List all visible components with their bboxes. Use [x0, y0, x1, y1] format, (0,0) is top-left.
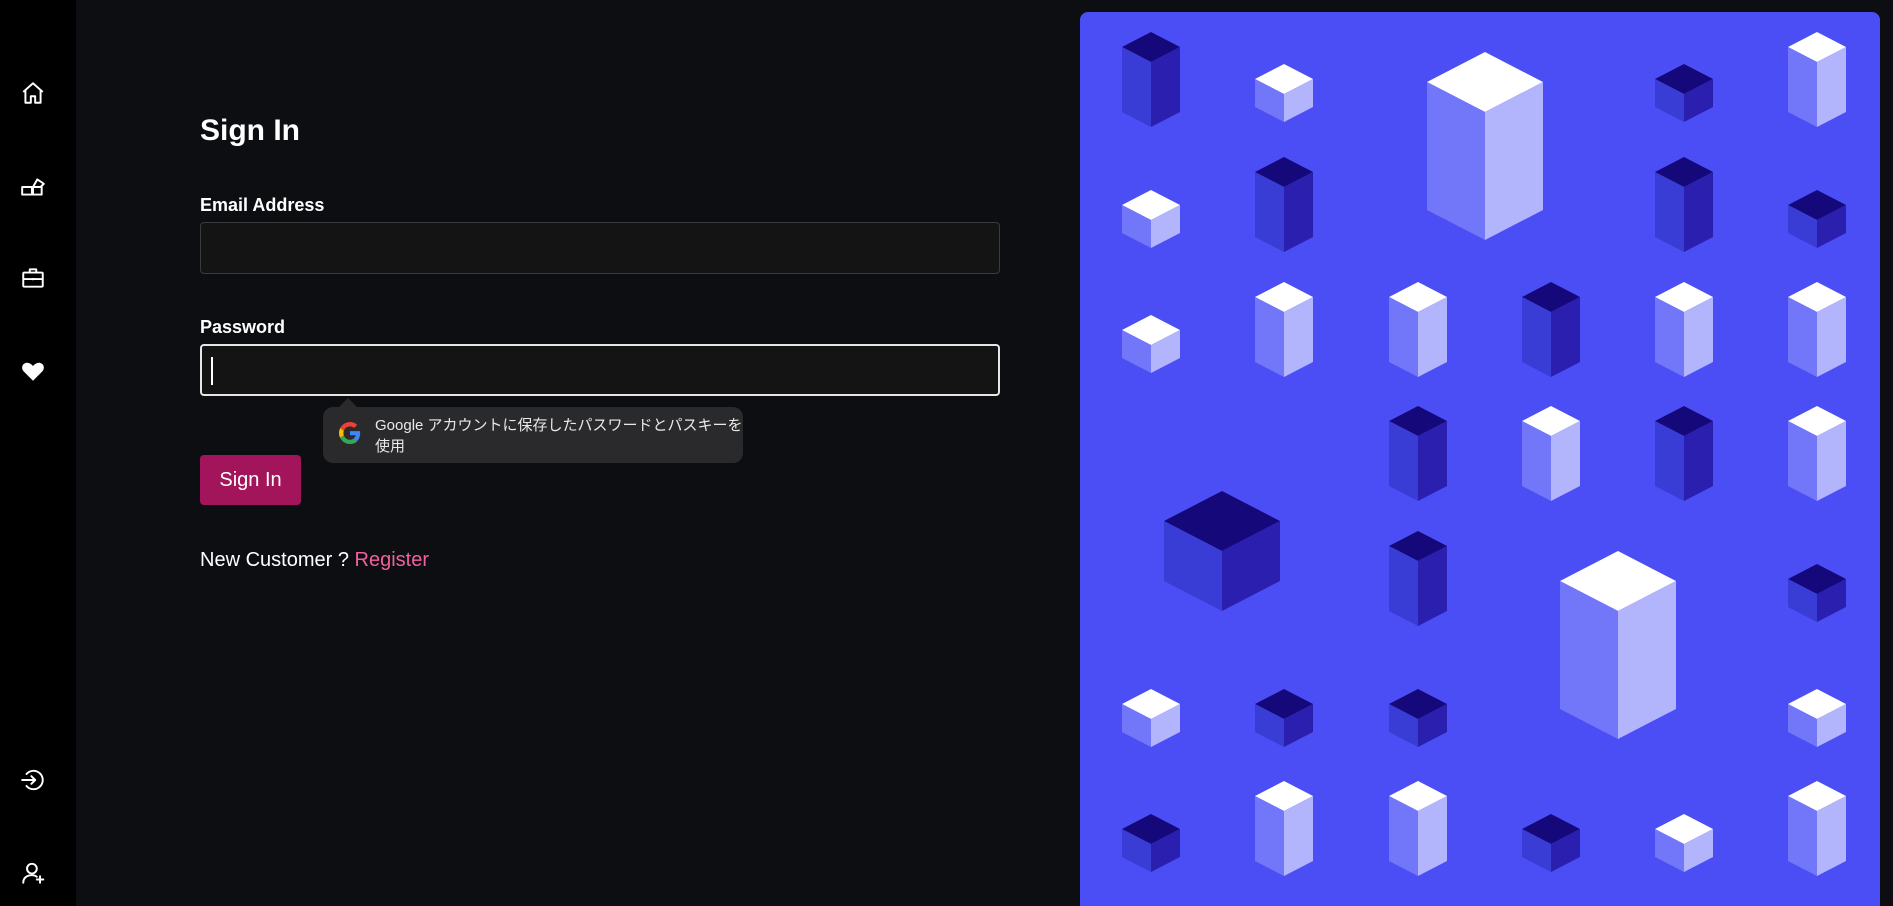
user-add-icon[interactable]	[18, 858, 48, 888]
briefcase-icon[interactable]	[18, 263, 48, 293]
shop-icon[interactable]	[18, 172, 48, 202]
login-icon[interactable]	[18, 765, 48, 795]
cube-shape	[1122, 32, 1180, 127]
cube-shape	[1427, 52, 1543, 240]
password-label: Password	[200, 317, 286, 337]
cube-shape	[1788, 689, 1846, 747]
home-icon[interactable]	[18, 78, 48, 108]
cube-shape	[1788, 282, 1846, 377]
cube-shape	[1255, 157, 1313, 252]
cube-shape	[1522, 814, 1580, 872]
cube-shape	[1788, 781, 1846, 876]
sidebar	[0, 0, 76, 906]
cube-shape	[1255, 282, 1313, 377]
passkey-suggestion[interactable]: Google アカウントに保存したパスワードとパスキーを使用	[323, 407, 743, 463]
cube-shape	[1389, 406, 1447, 501]
cube-shape	[1255, 689, 1313, 747]
cube-shape	[1788, 190, 1846, 248]
cube-shape	[1655, 814, 1713, 872]
cube-shape	[1255, 781, 1313, 876]
cube-shape	[1164, 491, 1280, 611]
cube-shape	[1255, 64, 1313, 122]
cube-shape	[1389, 282, 1447, 377]
cube-shape	[1655, 282, 1713, 377]
cube-shape	[1389, 781, 1447, 876]
password-field[interactable]	[200, 344, 1000, 396]
cube-shape	[1122, 689, 1180, 747]
cube-shape	[1389, 531, 1447, 626]
new-customer-line: New Customer ? Register	[200, 549, 429, 572]
cube-shape	[1788, 564, 1846, 622]
cube-shape	[1788, 32, 1846, 127]
sign-in-button[interactable]: Sign In	[200, 455, 301, 505]
isometric-cubes-illustration	[1122, 32, 1846, 876]
page-title: Sign In	[200, 114, 300, 147]
cube-shape	[1522, 406, 1580, 501]
register-link[interactable]: Register	[355, 549, 429, 571]
cube-shape	[1655, 64, 1713, 122]
cube-shape	[1788, 406, 1846, 501]
email-label: Email Address	[200, 195, 325, 215]
google-icon	[339, 421, 361, 449]
cube-shape	[1522, 282, 1580, 377]
cube-shape	[1389, 689, 1447, 747]
cube-shape	[1122, 315, 1180, 373]
text-cursor	[211, 357, 213, 385]
heart-icon[interactable]	[18, 356, 48, 386]
cube-shape	[1122, 190, 1180, 248]
cube-shape	[1655, 406, 1713, 501]
email-field[interactable]	[200, 222, 1000, 274]
signin-panel: Sign In Email Address Password Google アカ…	[76, 0, 1080, 906]
passkey-suggestion-text: Google アカウントに保存したパスワードとパスキーを使用	[375, 417, 743, 455]
decorative-artwork	[1080, 12, 1880, 906]
cube-shape	[1655, 157, 1713, 252]
new-customer-text: New Customer ?	[200, 549, 349, 571]
cube-shape	[1122, 814, 1180, 872]
cube-shape	[1560, 551, 1676, 739]
